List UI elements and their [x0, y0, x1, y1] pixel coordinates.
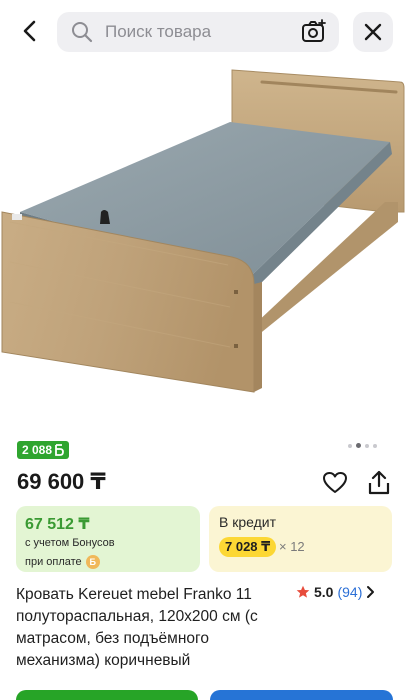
- close-button[interactable]: [353, 12, 393, 52]
- search-icon: [72, 22, 93, 43]
- chevron-left-icon: [23, 20, 36, 42]
- product-image[interactable]: [0, 62, 409, 432]
- search-bar[interactable]: Поиск товара: [57, 12, 339, 52]
- credit-multiplier: × 12: [279, 539, 305, 554]
- close-icon: [364, 23, 382, 41]
- bonus-coin-icon: Б: [85, 555, 100, 569]
- gallery-dot[interactable]: [365, 443, 369, 448]
- gallery-pagination: [348, 443, 377, 448]
- credit-monthly: 7 028 ₸: [219, 537, 277, 557]
- share-icon[interactable]: [366, 469, 392, 497]
- bonus-note-line2-text: при оплате: [25, 556, 82, 568]
- bonus-badge: 2 088: [17, 441, 70, 459]
- credit-card[interactable]: В кредит 7 028 ₸ × 12: [209, 506, 392, 572]
- bonus-b-icon: [55, 444, 64, 456]
- bonus-note-line1: с учетом Бонусов: [25, 537, 115, 549]
- rating[interactable]: 5.0 (94): [296, 584, 376, 600]
- product-title: Кровать Kereuet mebel Franko 11 полуторa…: [16, 586, 258, 669]
- buy-button[interactable]: [16, 690, 198, 700]
- product-price: 69 600 ₸: [17, 469, 106, 494]
- gallery-dot[interactable]: [348, 443, 352, 448]
- favorite-heart-icon[interactable]: [322, 470, 348, 496]
- search-placeholder: Поиск товара: [105, 22, 212, 41]
- camera-search-icon[interactable]: [301, 19, 327, 45]
- add-to-cart-button[interactable]: [210, 690, 393, 700]
- review-count[interactable]: (94): [337, 584, 362, 600]
- bonus-badge-value: 2 088: [22, 443, 53, 457]
- bed-image: [1, 69, 405, 393]
- gallery-dot[interactable]: [373, 443, 377, 448]
- credit-title: В кредит: [219, 514, 277, 530]
- star-icon: [296, 585, 310, 598]
- chevron-right-icon: [367, 586, 375, 598]
- rating-score: 5.0: [314, 584, 334, 600]
- top-bar: Поиск товара: [0, 0, 409, 62]
- bonus-note-line2: при оплате Б: [25, 555, 100, 569]
- gallery-dot-active[interactable]: [356, 443, 361, 448]
- back-button[interactable]: [14, 14, 48, 48]
- bonus-price-card[interactable]: 67 512 ₸ с учетом Бонусов при оплате Б: [16, 506, 200, 572]
- bonus-price: 67 512 ₸: [25, 516, 90, 533]
